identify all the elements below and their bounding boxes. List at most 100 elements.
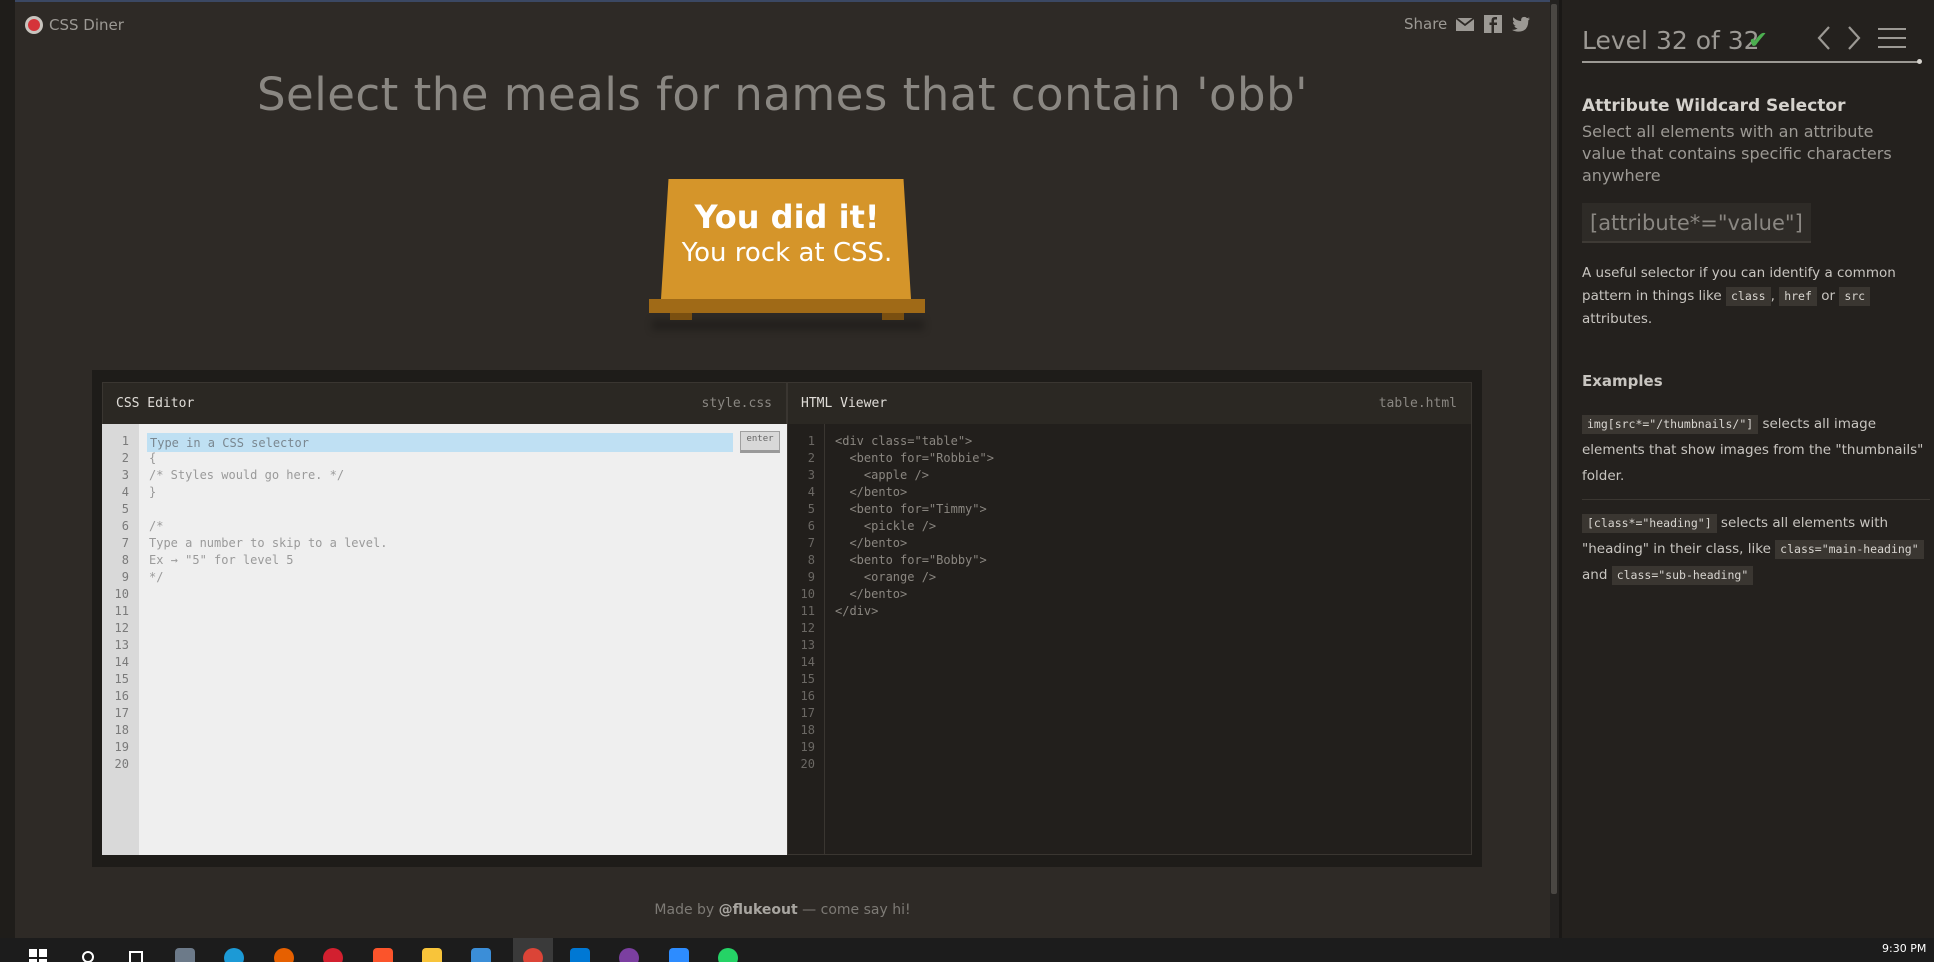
example-code: class="sub-heading" bbox=[1611, 566, 1754, 585]
camera-app-icon[interactable] bbox=[173, 940, 197, 962]
facebook-icon[interactable] bbox=[1483, 14, 1503, 34]
line-number: 13 bbox=[800, 638, 815, 652]
dinner-table: You did it! You rock at CSS. bbox=[642, 176, 932, 330]
line-number: 5 bbox=[121, 502, 129, 516]
code-line: /* bbox=[149, 519, 164, 533]
level-menu-button[interactable] bbox=[1878, 26, 1906, 50]
file-explorer-icon[interactable] bbox=[420, 940, 444, 962]
next-level-button[interactable] bbox=[1844, 24, 1864, 52]
html-file-name: table.html bbox=[1378, 396, 1457, 411]
line-number: 1 bbox=[807, 434, 815, 448]
task-view-icon[interactable] bbox=[124, 940, 148, 962]
footer-credit: Made by @flukeout — come say hi! bbox=[15, 902, 1550, 918]
example-item: img[src*="/thumbnails/"] selects all ima… bbox=[1582, 411, 1927, 489]
html-line-table-close[interactable]: </div> bbox=[835, 604, 878, 618]
html-line-bento-close[interactable]: </bento> bbox=[835, 485, 907, 499]
example-item: [class*="heading"] selects all elements … bbox=[1582, 510, 1927, 588]
editor-panel: CSS Editor style.css HTML Viewer table.h… bbox=[92, 370, 1482, 867]
css-editor-title: CSS Editor bbox=[116, 396, 195, 411]
vscode-icon[interactable] bbox=[568, 940, 592, 962]
level-progress-bar bbox=[1582, 61, 1919, 63]
line-number: 16 bbox=[800, 689, 815, 703]
line-number: 2 bbox=[807, 451, 815, 465]
hint-separator: or bbox=[1821, 288, 1836, 304]
win-message-subtitle: You rock at CSS. bbox=[681, 238, 893, 268]
line-number: 11 bbox=[800, 604, 815, 618]
code-line: { bbox=[149, 451, 157, 465]
css-selector-input[interactable] bbox=[147, 433, 733, 452]
chevron-right-icon bbox=[1848, 26, 1861, 50]
line-number: 13 bbox=[114, 638, 129, 652]
level-complete-check-icon: ✔ bbox=[1748, 26, 1769, 54]
line-number: 17 bbox=[114, 706, 129, 720]
system-clock: 9:30 PM bbox=[1882, 942, 1927, 955]
line-number: 19 bbox=[114, 740, 129, 754]
previous-level-button[interactable] bbox=[1814, 24, 1834, 52]
line-number: 8 bbox=[807, 553, 815, 567]
selector-hint: A useful selector if you can identify a … bbox=[1582, 262, 1927, 331]
line-number: 10 bbox=[114, 587, 129, 601]
footer-prefix: Made by bbox=[654, 902, 719, 918]
zoom-icon[interactable] bbox=[667, 940, 691, 962]
line-number: 6 bbox=[121, 519, 129, 533]
line-number: 2 bbox=[121, 451, 129, 465]
store-icon[interactable] bbox=[469, 940, 493, 962]
html-line-apple[interactable]: <apple /> bbox=[835, 468, 929, 482]
hint-code: class bbox=[1725, 287, 1771, 306]
code-line: */ bbox=[149, 570, 164, 584]
line-number: 16 bbox=[114, 689, 129, 703]
css-editor: 1 2 3 4 5 6 7 8 9 10 11 12 13 14 15 16 1… bbox=[102, 424, 787, 855]
html-line-bento-bobby[interactable]: <bento for="Bobby"> bbox=[835, 553, 986, 567]
html-line-bento-close[interactable]: </bento> bbox=[835, 587, 907, 601]
css-editor-header: CSS Editor style.css bbox=[102, 382, 787, 424]
example-text: and bbox=[1582, 567, 1608, 583]
line-number: 10 bbox=[800, 587, 815, 601]
line-number: 5 bbox=[807, 502, 815, 516]
css-line-numbers: 1 2 3 4 5 6 7 8 9 10 11 12 13 14 15 16 1… bbox=[102, 424, 139, 855]
line-number: 8 bbox=[121, 553, 129, 567]
html-line-table-open[interactable]: <div class="table"> bbox=[835, 434, 972, 448]
line-number: 20 bbox=[800, 757, 815, 771]
html-line-bento-timmy[interactable]: <bento for="Timmy"> bbox=[835, 502, 986, 516]
twitter-icon[interactable] bbox=[1511, 14, 1531, 34]
brave-icon[interactable] bbox=[371, 940, 395, 962]
author-link[interactable]: @flukeout bbox=[719, 902, 798, 918]
html-line-orange[interactable]: <orange /> bbox=[835, 570, 936, 584]
obs-icon[interactable] bbox=[617, 940, 641, 962]
html-line-bento-robbie[interactable]: <bento for="Robbie"> bbox=[835, 451, 994, 465]
html-viewer: 1 2 3 4 5 6 7 8 9 10 11 12 13 14 15 16 1… bbox=[787, 424, 1472, 855]
line-number: 7 bbox=[121, 536, 129, 550]
enter-button[interactable]: enter bbox=[740, 431, 780, 453]
windows-start-icon[interactable] bbox=[26, 940, 50, 962]
opera-icon[interactable] bbox=[321, 940, 345, 962]
html-line-bento-close[interactable]: </bento> bbox=[835, 536, 907, 550]
share-label: Share bbox=[1404, 15, 1448, 33]
line-number: 4 bbox=[807, 485, 815, 499]
chrome-icon[interactable] bbox=[521, 940, 545, 962]
firefox-icon[interactable] bbox=[272, 940, 296, 962]
examples-heading: Examples bbox=[1582, 372, 1663, 390]
edge-icon[interactable] bbox=[222, 940, 246, 962]
windows-taskbar: 9:30 PM bbox=[0, 938, 1934, 962]
html-viewer-title: HTML Viewer bbox=[801, 396, 888, 411]
hint-code: src bbox=[1839, 287, 1871, 306]
level-sidebar: Level 32 of 32 ✔ Attribute Wildcard Sele… bbox=[1559, 0, 1934, 938]
selector-description: Select all elements with an attribute va… bbox=[1582, 122, 1892, 185]
line-number: 20 bbox=[114, 757, 129, 771]
search-icon[interactable] bbox=[76, 940, 100, 962]
line-number: 12 bbox=[114, 621, 129, 635]
app-logo[interactable]: CSS Diner bbox=[25, 14, 124, 36]
scrollbar-thumb[interactable] bbox=[1551, 4, 1557, 894]
html-viewer-header: HTML Viewer table.html bbox=[787, 382, 1472, 424]
hamburger-menu-icon bbox=[1878, 28, 1906, 48]
hint-separator: , bbox=[1770, 288, 1775, 304]
html-line-pickle[interactable]: <pickle /> bbox=[835, 519, 936, 533]
line-number: 3 bbox=[807, 468, 815, 482]
envelope-icon[interactable] bbox=[1455, 14, 1475, 34]
line-number: 12 bbox=[800, 621, 815, 635]
line-number: 18 bbox=[800, 723, 815, 737]
chevron-left-icon bbox=[1817, 26, 1830, 50]
whatsapp-icon[interactable] bbox=[716, 940, 740, 962]
selector-syntax: [attribute*="value"] bbox=[1582, 203, 1811, 243]
line-number: 4 bbox=[121, 485, 129, 499]
